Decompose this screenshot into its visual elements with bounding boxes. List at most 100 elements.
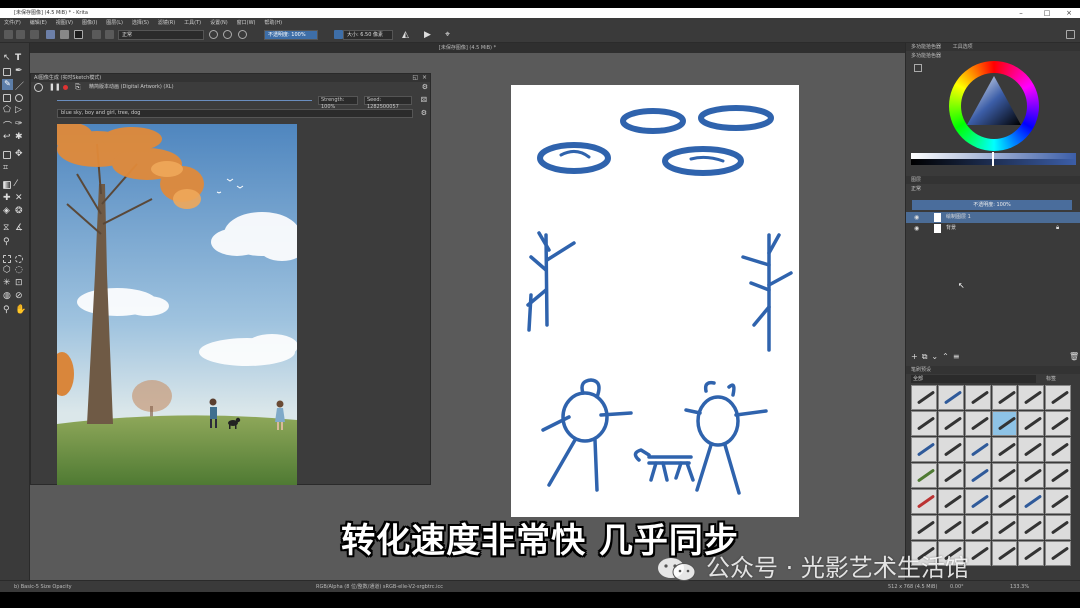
eye-icon[interactable]: ◉ — [914, 225, 919, 232]
rectangle-tool-icon[interactable] — [3, 94, 11, 102]
lock-icon[interactable]: 🔒︎ — [1056, 224, 1059, 232]
brush-preset[interactable] — [964, 385, 991, 410]
color-wheel[interactable] — [949, 61, 1039, 151]
assistant-icon[interactable]: ⧖ — [3, 223, 9, 233]
layer-row-paint[interactable]: 绘制图层 1 — [906, 212, 1080, 223]
brush-preset[interactable] — [937, 411, 964, 436]
brush-preset[interactable] — [911, 463, 937, 488]
brush-preset[interactable] — [1018, 385, 1045, 410]
minimize-icon[interactable]: – — [1012, 8, 1030, 18]
blend-mode-select[interactable]: 正常 — [118, 30, 204, 40]
opacity-slider[interactable]: 不透明度: 100% — [264, 30, 318, 40]
edit-shapes-icon[interactable] — [3, 68, 11, 76]
freehand-select-icon[interactable]: ◌ — [15, 265, 23, 275]
brush-preset[interactable] — [937, 385, 964, 410]
similar-select-icon[interactable]: ⊡ — [15, 278, 23, 288]
enclose-fill-icon[interactable]: ❂ — [15, 206, 23, 216]
layers-blend-select[interactable]: 正常 — [911, 185, 921, 192]
tab-color-selector[interactable]: 多功能拾色器 — [911, 44, 941, 50]
delete-layer-icon[interactable]: 🗑︎ — [1069, 352, 1079, 361]
pan-tool-icon[interactable]: ✋ — [15, 305, 26, 315]
brush-preset[interactable] — [911, 385, 937, 410]
brush-preset[interactable] — [1045, 385, 1071, 410]
maximize-icon[interactable]: □ — [1038, 8, 1056, 18]
prompt-options-icon[interactable]: ⚙ — [421, 109, 427, 117]
foreground-color-swatch[interactable] — [74, 30, 83, 39]
transform-tool-icon[interactable] — [3, 151, 11, 159]
brush-preset[interactable] — [911, 411, 937, 436]
brush-preset[interactable] — [1045, 489, 1071, 514]
magnetic-select-icon[interactable]: ⊘ — [15, 291, 23, 301]
brush-preset[interactable] — [1045, 463, 1071, 488]
workspace-icon[interactable] — [1066, 30, 1075, 39]
smart-patch-icon[interactable]: ✚ — [3, 193, 11, 203]
reload-preset-icon[interactable] — [238, 30, 247, 39]
mirror-horizontal-icon[interactable]: ◭ — [402, 30, 409, 40]
brush-settings-icon[interactable] — [92, 30, 101, 39]
live-mode-icon[interactable] — [34, 83, 43, 92]
brush-presets-icon[interactable] — [105, 30, 114, 39]
pattern-icon[interactable] — [60, 30, 69, 39]
calligraphy-icon[interactable]: ✒ — [15, 66, 23, 76]
eraser-mode-icon[interactable] — [209, 30, 218, 39]
status-brush[interactable]: b) Basic-5 Size Opacity — [14, 581, 72, 593]
multibrush-icon[interactable]: ✱ — [15, 132, 23, 142]
brush-preset[interactable] — [991, 489, 1018, 514]
brush-preset[interactable] — [991, 463, 1018, 488]
brush-preset[interactable] — [964, 515, 991, 540]
dynamic-brush-icon[interactable]: ↩ — [3, 132, 11, 142]
layer-actions-toolbar[interactable]: +⧉⌄⌃≡ — [911, 352, 964, 362]
contiguous-select-icon[interactable]: ✳ — [3, 278, 11, 288]
document-tab[interactable]: [未保存图像] (4.5 MiB) * — [30, 43, 905, 53]
assistant-tool-icon[interactable]: ✕ — [15, 193, 23, 203]
settings-gear-icon[interactable]: ⚙ — [422, 83, 428, 91]
gradient-tool-icon[interactable] — [3, 181, 11, 189]
apply-result-icon[interactable]: ⎘ — [75, 83, 81, 92]
docker-float-icon[interactable]: ◱ — [412, 74, 418, 81]
mirror-vertical-icon[interactable]: ▶ — [424, 30, 431, 40]
eye-icon[interactable]: ◉ — [914, 214, 919, 221]
brush-preset[interactable] — [937, 437, 964, 462]
record-icon[interactable] — [63, 85, 68, 90]
wrap-around-icon[interactable]: ⌖ — [445, 30, 450, 40]
move-tool-icon[interactable]: ✥ — [15, 149, 23, 159]
brush-preset[interactable] — [1018, 463, 1045, 488]
color-triangle[interactable] — [961, 73, 1027, 139]
freehand-brush-icon[interactable]: ✎ — [2, 79, 13, 90]
brush-preset[interactable] — [1018, 411, 1045, 436]
polyline-tool-icon[interactable]: ▷ — [15, 105, 22, 115]
brush-preset[interactable] — [991, 515, 1018, 540]
bezier-tool-icon[interactable]: ⌒ — [3, 119, 12, 132]
brush-preset[interactable] — [991, 385, 1018, 410]
ellipse-tool-icon[interactable] — [15, 94, 23, 102]
reference-tool-icon[interactable]: ⚲ — [3, 237, 10, 247]
crop-tool-icon[interactable]: ⌗ — [3, 163, 8, 173]
brush-preset[interactable] — [964, 437, 991, 462]
gradient-icon[interactable] — [46, 30, 55, 39]
style-select[interactable]: 精简版本动画 (Digital Artwork) (XL) — [89, 82, 174, 92]
fill-tool-icon[interactable]: ◈ — [3, 206, 10, 216]
rect-select-icon[interactable] — [3, 255, 11, 263]
ellipse-select-icon[interactable] — [15, 255, 23, 263]
new-document-icon[interactable] — [4, 30, 13, 39]
freehand-path-icon[interactable]: ✑ — [15, 119, 23, 129]
brush-preset[interactable] — [1018, 437, 1045, 462]
docker-close-icon[interactable]: × — [422, 74, 427, 81]
polygon-tool-icon[interactable]: ⬠ — [3, 105, 11, 115]
pause-icon[interactable]: ❚❚ — [49, 83, 61, 91]
brush-preset[interactable] — [911, 437, 937, 462]
document-canvas[interactable] — [511, 85, 799, 517]
layer-row-background[interactable]: 背景 — [906, 223, 1080, 234]
random-seed-icon[interactable]: ⚄ — [421, 96, 427, 104]
layers-opacity-slider[interactable]: 不透明度: 100% — [912, 200, 1072, 210]
brush-preset[interactable] — [937, 489, 964, 514]
brush-size-slider[interactable]: 大小: 6.50 像素 — [343, 30, 393, 40]
alpha-lock-icon[interactable] — [223, 30, 232, 39]
brush-preset[interactable] — [964, 489, 991, 514]
brush-preset[interactable] — [1018, 515, 1045, 540]
size-toggle-icon[interactable] — [334, 30, 343, 39]
color-settings-icon[interactable] — [914, 64, 922, 72]
brush-filter-select[interactable]: 全部 — [911, 375, 1036, 383]
close-icon[interactable]: × — [1060, 8, 1078, 18]
brush-preset[interactable] — [937, 463, 964, 488]
